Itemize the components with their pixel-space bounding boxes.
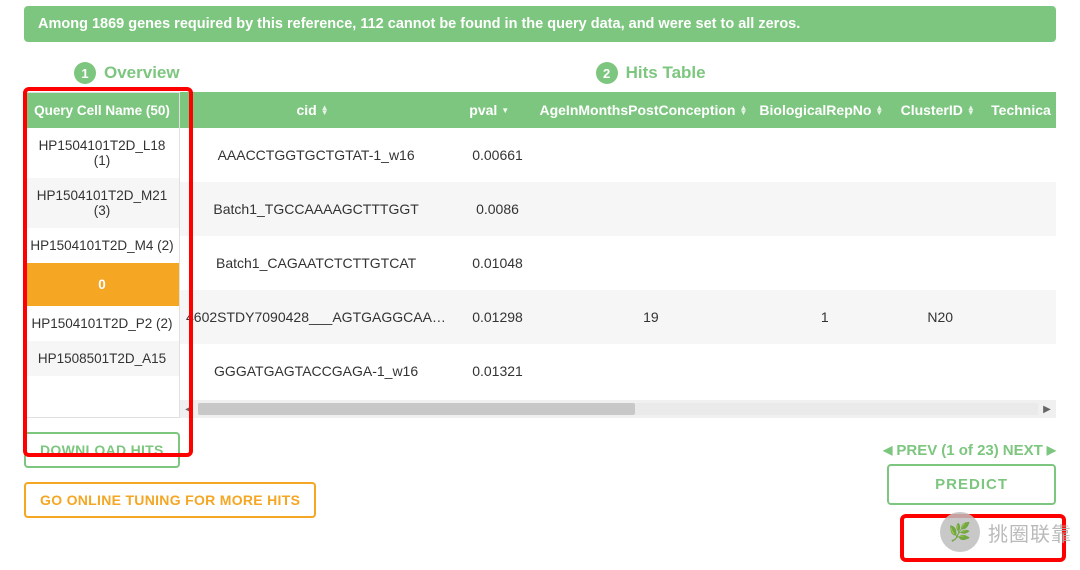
cell-age [543,145,759,165]
hits-badge: 2 [596,62,618,84]
cell-tech [990,145,1056,165]
col-tech[interactable]: Technica [986,92,1056,128]
hits-section-title: 2 Hits Table [596,62,706,84]
col-rep-label: BiologicalRepNo [759,102,871,118]
predict-button[interactable]: PREDICT [887,464,1056,505]
col-cluster[interactable]: ClusterID ▲▼ [889,92,986,128]
cell-rep [759,361,891,381]
download-hits-button[interactable]: DOWNLOAD HITS [24,432,180,468]
sidebar-item[interactable]: HP1504101T2D_M21 (3) [25,178,179,228]
cell-cluster [891,253,990,273]
alert-banner: Among 1869 genes required by this refere… [24,6,1056,42]
table-row[interactable]: Batch1_TGCCAAAAGCTTTGGT0.0086 [180,182,1056,236]
horizontal-scrollbar[interactable]: ◀ ▶ [180,400,1056,418]
col-cluster-label: ClusterID [901,102,963,118]
col-age-label: AgeInMonthsPostConception [539,102,735,118]
sidebar-item[interactable]: 0 [25,263,179,306]
scroll-right-icon[interactable]: ▶ [1038,404,1056,415]
table-row[interactable]: 4602STDY7090428___AGTGAGGCAAGTACCT0.0129… [180,290,1056,344]
cell-pval: 0.0086 [452,191,543,227]
cell-cluster [891,361,990,381]
sidebar-item[interactable]: HP1504101T2D_L18 (1) [25,128,179,178]
cell-age [543,361,759,381]
scroll-thumb[interactable] [198,403,635,415]
cell-rep [759,145,891,165]
cell-tech [990,361,1056,381]
next-caret-icon[interactable]: ▶ [1047,443,1056,457]
col-cid-label: cid [296,102,316,118]
cell-pval: 0.01321 [452,353,543,389]
prev-caret-icon[interactable]: ◀ [883,443,892,457]
col-cid[interactable]: cid ▲▼ [180,92,445,128]
cell-cid: Batch1_TGCCAAAAGCTTTGGT [180,191,452,227]
overview-label: Overview [104,63,180,83]
overview-sidebar: Query Cell Name (50) HP1504101T2D_L18 (1… [24,92,180,418]
sort-icon: ▲▼ [967,105,975,115]
cell-tech [990,199,1056,219]
cell-pval: 0.01298 [452,299,543,335]
col-pval[interactable]: pval ▼ [445,92,533,128]
page-indicator: (1 of 23) [941,442,999,459]
col-rep[interactable]: BiologicalRepNo ▲▼ [753,92,889,128]
section-headers: 1 Overview 2 Hits Table [24,58,1056,88]
watermark-icon: 🌿 [940,512,980,552]
sidebar-item[interactable]: HP1504101T2D_P2 (2) [25,306,179,341]
next-link[interactable]: NEXT [1003,442,1043,459]
cell-cluster: N20 [891,299,990,335]
cell-age [543,253,759,273]
cell-cid: GGGATGAGTACCGAGA-1_w16 [180,353,452,389]
sort-icon: ▲▼ [321,105,329,115]
sidebar-item[interactable]: HP1504101T2D_M4 (2) [25,228,179,263]
scroll-track[interactable] [198,403,1038,415]
col-pval-label: pval [469,102,497,118]
col-tech-label: Technica [991,102,1051,118]
cell-cid: Batch1_CAGAATCTCTTGTCAT [180,245,452,281]
sidebar-header[interactable]: Query Cell Name (50) [25,93,179,128]
sort-icon: ▲▼ [739,105,747,115]
overview-badge: 1 [74,62,96,84]
cell-pval: 0.00661 [452,137,543,173]
sort-desc-icon: ▼ [501,106,509,115]
overview-section-title: 1 Overview [74,62,180,84]
sidebar-item[interactable]: HP1508501T2D_A15 [25,341,179,376]
sort-icon: ▲▼ [875,105,883,115]
cell-age: 19 [543,299,759,335]
pagination: ◀ PREV (1 of 23) NEXT ▶ [883,442,1056,459]
hits-label: Hits Table [626,63,706,83]
online-tuning-button[interactable]: GO ONLINE TUNING FOR MORE HITS [24,482,316,518]
cell-tech [990,307,1056,327]
cell-cluster [891,199,990,219]
table-row[interactable]: AAACCTGGTGCTGTAT-1_w160.00661 [180,128,1056,182]
cell-age [543,199,759,219]
cell-tech [990,253,1056,273]
table-header-row: cid▲▼ pval▼ AgeInMonthsPostConception▲▼ … [180,92,1056,128]
cell-rep [759,253,891,273]
table-row[interactable]: GGGATGAGTACCGAGA-1_w160.01321 [180,344,1056,398]
cell-cid: AAACCTGGTGCTGTAT-1_w16 [180,137,452,173]
table-row[interactable]: Batch1_CAGAATCTCTTGTCAT0.01048 [180,236,1056,290]
table-body: AAACCTGGTGCTGTAT-1_w160.00661Batch1_TGCC… [180,128,1056,398]
watermark: 🌿 挑圈联靠 [940,512,1072,552]
watermark-text: 挑圈联靠 [988,518,1072,547]
col-age[interactable]: AgeInMonthsPostConception ▲▼ [533,92,753,128]
hits-table: cid▲▼ pval▼ AgeInMonthsPostConception▲▼ … [180,92,1056,418]
cell-pval: 0.01048 [452,245,543,281]
prev-link[interactable]: PREV [896,442,937,459]
cell-cluster [891,145,990,165]
scroll-left-icon[interactable]: ◀ [180,404,198,415]
cell-rep [759,199,891,219]
cell-cid: 4602STDY7090428___AGTGAGGCAAGTACCT [180,299,452,335]
cell-rep: 1 [759,299,891,335]
